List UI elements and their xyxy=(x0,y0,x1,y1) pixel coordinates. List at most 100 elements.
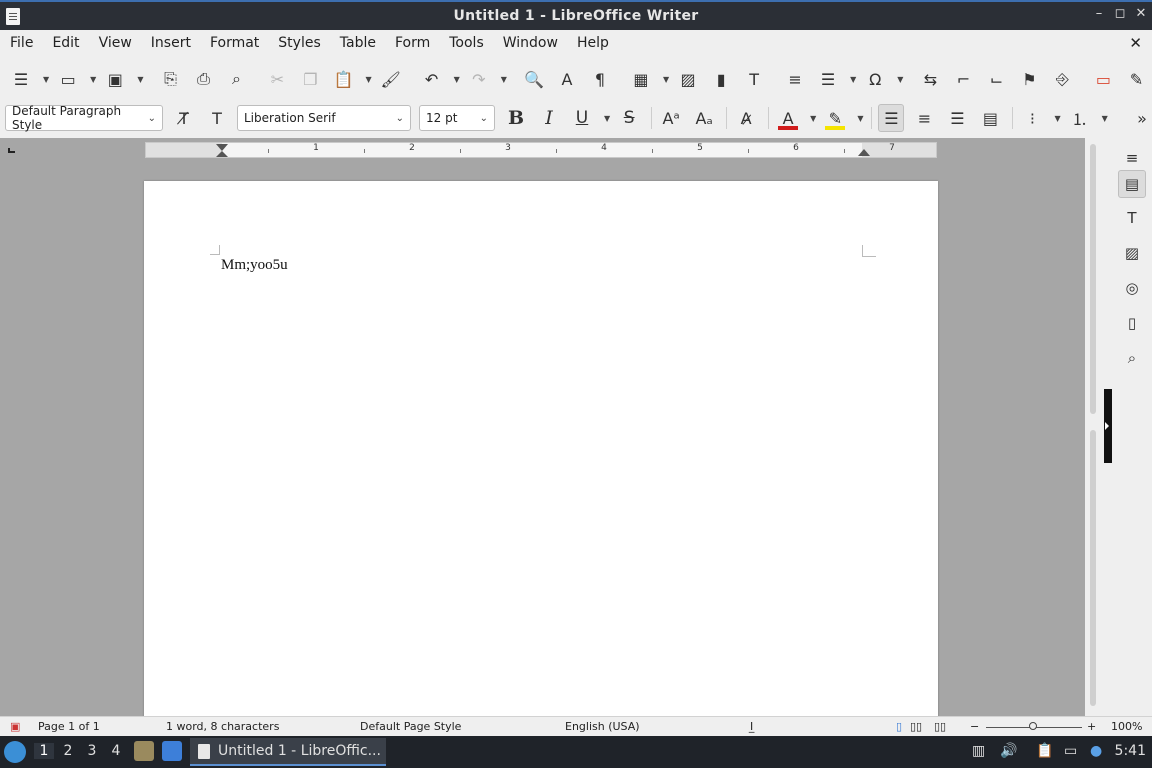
formatting-marks-icon[interactable]: ¶ xyxy=(587,65,613,93)
workspace-1[interactable]: 1 xyxy=(34,743,54,759)
menu-view[interactable]: View xyxy=(93,30,138,57)
menu-table[interactable]: Table xyxy=(334,30,382,57)
close-window-button[interactable]: ✕ xyxy=(1132,6,1150,21)
numbered-list-icon[interactable]: ⒈ xyxy=(1067,104,1093,132)
paragraph-style-select[interactable]: Default Paragraph Style ⌄ xyxy=(5,104,163,132)
book-view-icon[interactable]: ▯▯ xyxy=(934,720,946,733)
style-inspector-icon[interactable]: ⌕ xyxy=(1118,344,1146,372)
start-menu-icon[interactable] xyxy=(4,741,26,763)
maximize-button[interactable]: ◻ xyxy=(1111,6,1129,21)
clone-formatting-icon[interactable]: 🖌 xyxy=(378,65,404,93)
zoom-in-button[interactable]: + xyxy=(1087,720,1096,733)
print-preview-icon[interactable]: ⌕ xyxy=(223,65,249,93)
close-document-button[interactable]: ✕ xyxy=(1129,34,1142,52)
menu-styles[interactable]: Styles xyxy=(272,30,326,57)
insert-textbox-icon[interactable]: T xyxy=(741,65,767,93)
insert-chart-icon[interactable]: ▮ xyxy=(708,65,734,93)
insert-field-icon[interactable]: ☰ xyxy=(815,65,841,93)
workspace-4[interactable]: 4 xyxy=(106,743,126,759)
properties-icon[interactable]: ▤ xyxy=(1118,170,1146,198)
font-size-select[interactable]: 12 pt ⌄ xyxy=(419,105,495,131)
menu-help[interactable]: Help xyxy=(571,30,615,57)
menu-insert[interactable]: Insert xyxy=(145,30,197,57)
paste-icon[interactable]: 📋 xyxy=(330,65,356,93)
show-desktop-icon[interactable] xyxy=(162,741,182,761)
special-char-dropdown-icon[interactable]: ▼ xyxy=(897,75,903,84)
superscript-icon[interactable]: Aᵃ xyxy=(658,104,684,132)
workspace-2[interactable]: 2 xyxy=(58,743,78,759)
footnote-icon[interactable]: ⌐ xyxy=(950,65,976,93)
single-page-view-icon[interactable]: ▯ xyxy=(896,720,902,733)
sidebar-collapse-handle[interactable] xyxy=(1104,389,1112,463)
gallery-icon[interactable]: ▨ xyxy=(1118,239,1146,267)
field-dropdown-icon[interactable]: ▼ xyxy=(850,75,856,84)
multi-page-view-icon[interactable]: ▯▯ xyxy=(910,720,922,733)
spelling-icon[interactable]: A xyxy=(554,65,580,93)
formatting-overflow-icon[interactable]: » xyxy=(1134,104,1150,132)
endnote-icon[interactable]: ⌙ xyxy=(983,65,1009,93)
font-name-select[interactable]: Liberation Serif ⌄ xyxy=(237,105,411,131)
new-dropdown-icon[interactable]: ▼ xyxy=(43,75,49,84)
menu-file[interactable]: File xyxy=(4,30,39,57)
font-color-dropdown-icon[interactable]: ▼ xyxy=(810,114,816,123)
horizontal-ruler[interactable]: 1 2 3 4 5 6 7 xyxy=(145,142,937,158)
menu-form[interactable]: Form xyxy=(389,30,436,57)
vertical-scrollbar[interactable] xyxy=(1088,140,1100,714)
bookmark-icon[interactable]: ⚑ xyxy=(1016,65,1042,93)
scrollbar-thumb[interactable] xyxy=(1090,144,1096,414)
underline-dropdown-icon[interactable]: ▼ xyxy=(604,114,610,123)
cut-icon[interactable]: ✂ xyxy=(264,65,290,93)
insert-table-icon[interactable]: ▦ xyxy=(628,65,654,93)
menu-window[interactable]: Window xyxy=(497,30,564,57)
subscript-icon[interactable]: Aₐ xyxy=(691,104,717,132)
strikethrough-button[interactable]: S xyxy=(616,104,642,132)
find-replace-icon[interactable]: 🔍 xyxy=(521,65,547,93)
sidebar-menu-icon[interactable]: ≡ xyxy=(1118,144,1146,172)
undo-icon[interactable]: ↶ xyxy=(419,65,445,93)
copy-icon[interactable]: ❐ xyxy=(297,65,323,93)
scrollbar-track[interactable] xyxy=(1090,430,1096,706)
bullet-list-icon[interactable]: ⁝ xyxy=(1019,104,1045,132)
comment-icon[interactable]: ▭ xyxy=(1090,65,1116,93)
document-modified-icon[interactable]: ▣ xyxy=(10,720,20,733)
zoom-level[interactable]: 100% xyxy=(1111,720,1142,733)
table-dropdown-icon[interactable]: ▼ xyxy=(663,75,669,84)
clipboard-icon[interactable]: 📋 xyxy=(1036,743,1053,759)
align-left-icon[interactable]: ☰ xyxy=(878,104,905,132)
align-center-icon[interactable]: ≡ xyxy=(911,104,937,132)
open-folder-icon[interactable]: ▭ xyxy=(55,65,81,93)
redo-icon[interactable]: ↷ xyxy=(466,65,492,93)
highlight-color-icon[interactable]: ✎ xyxy=(822,104,848,132)
first-line-indent-marker[interactable] xyxy=(216,144,228,151)
navigator-icon[interactable]: ◎ xyxy=(1118,274,1146,302)
track-changes-icon[interactable]: ✎ xyxy=(1123,65,1149,93)
redo-dropdown-icon[interactable]: ▼ xyxy=(501,75,507,84)
new-style-icon[interactable]: T xyxy=(204,104,230,132)
taskbar-window-writer[interactable]: Untitled 1 - LibreOffic... xyxy=(190,738,386,766)
word-count[interactable]: 1 word, 8 characters xyxy=(166,720,279,733)
minimize-button[interactable]: – xyxy=(1090,6,1108,21)
highlight-dropdown-icon[interactable]: ▼ xyxy=(857,114,863,123)
language[interactable]: English (USA) xyxy=(565,720,640,733)
align-right-icon[interactable]: ☰ xyxy=(944,104,970,132)
bullet-dropdown-icon[interactable]: ▼ xyxy=(1054,114,1060,123)
hyperlink-icon[interactable]: ⇆ xyxy=(917,65,943,93)
print-icon[interactable]: ⎙ xyxy=(190,65,216,93)
insert-image-icon[interactable]: ▨ xyxy=(675,65,701,93)
font-color-icon[interactable]: A xyxy=(775,104,801,132)
notification-icon[interactable]: ● xyxy=(1090,743,1102,759)
page-count[interactable]: Page 1 of 1 xyxy=(38,720,100,733)
zoom-slider-knob[interactable] xyxy=(1029,722,1037,730)
special-character-icon[interactable]: Ω xyxy=(862,65,888,93)
workspace-3[interactable]: 3 xyxy=(82,743,102,759)
menu-format[interactable]: Format xyxy=(204,30,265,57)
tray-app-icon[interactable]: ▥ xyxy=(972,743,985,759)
menu-edit[interactable]: Edit xyxy=(46,30,85,57)
menu-tools[interactable]: Tools xyxy=(443,30,490,57)
undo-dropdown-icon[interactable]: ▼ xyxy=(454,75,460,84)
underline-button[interactable]: U xyxy=(569,104,595,132)
numbered-dropdown-icon[interactable]: ▼ xyxy=(1102,114,1108,123)
right-indent-marker[interactable] xyxy=(858,149,870,156)
save-dropdown-icon[interactable]: ▼ xyxy=(137,75,143,84)
clear-formatting-icon[interactable]: A̷ xyxy=(733,104,759,132)
